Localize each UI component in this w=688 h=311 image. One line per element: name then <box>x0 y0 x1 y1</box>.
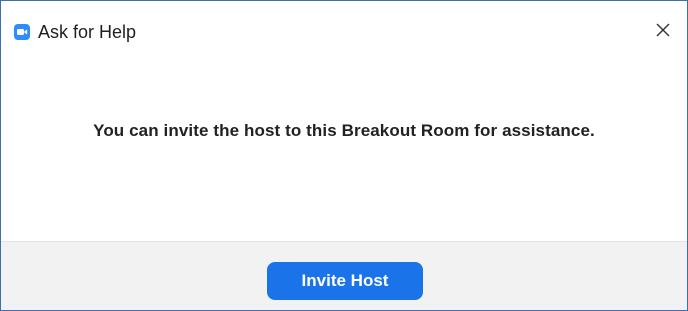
ask-for-help-dialog: Ask for Help You can invite the host to … <box>0 0 688 311</box>
title-bar: Ask for Help <box>1 1 687 63</box>
invite-host-button[interactable]: Invite Host <box>267 262 423 300</box>
dialog-body: You can invite the host to this Breakout… <box>1 63 687 241</box>
window-title: Ask for Help <box>38 22 137 42</box>
close-button[interactable] <box>641 13 685 51</box>
dialog-footer: Invite Host <box>1 241 687 310</box>
close-icon[interactable] <box>656 23 670 42</box>
zoom-app-icon <box>14 24 30 40</box>
help-message: You can invite the host to this Breakout… <box>93 121 595 140</box>
